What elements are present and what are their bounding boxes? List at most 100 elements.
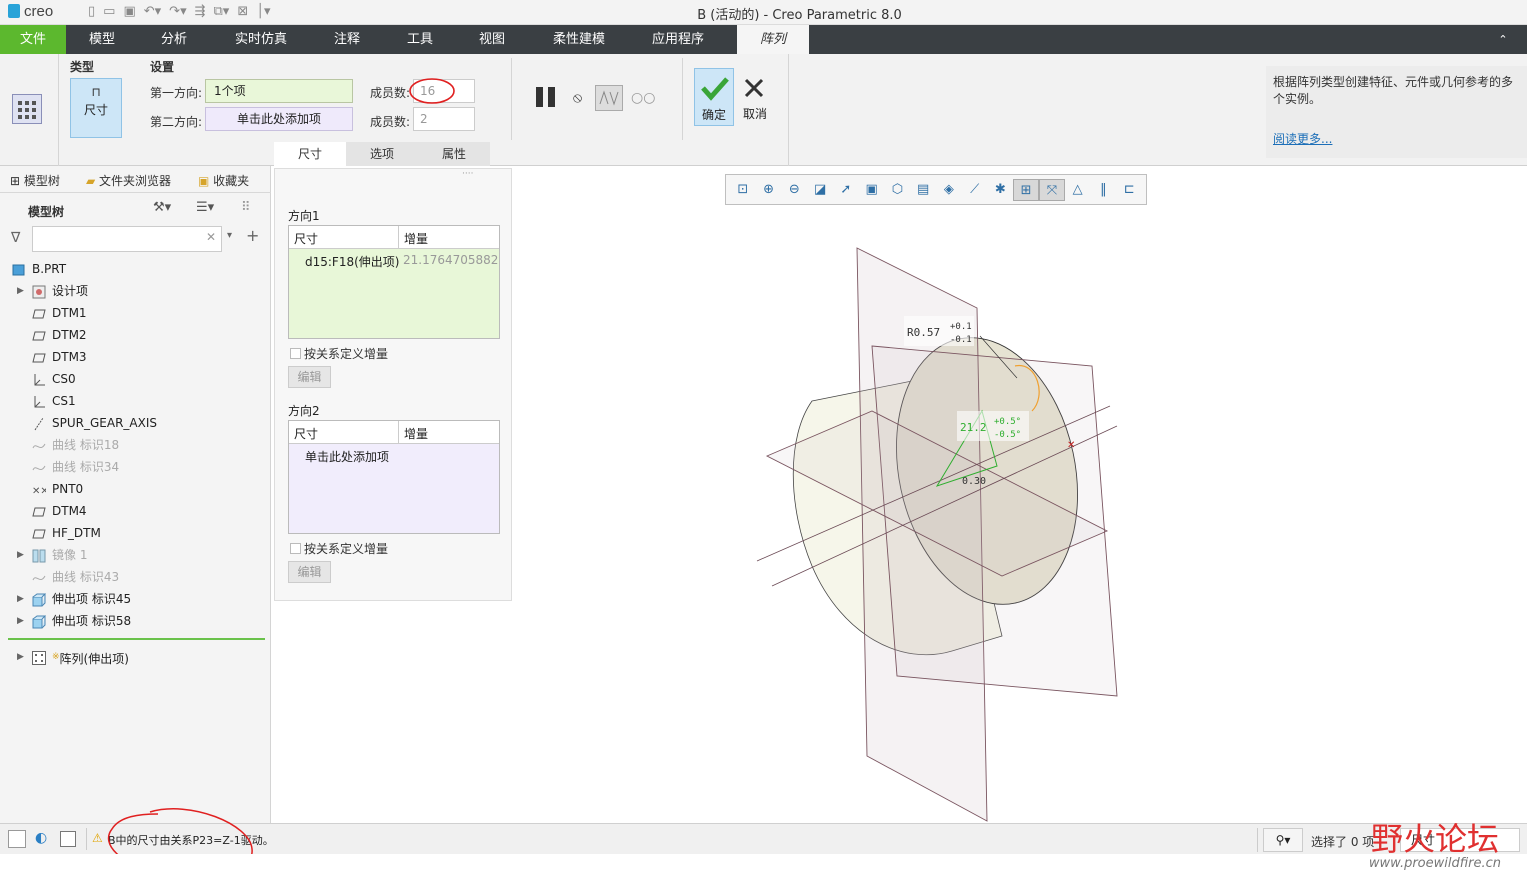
search-dropdown-icon[interactable]: ▾: [227, 230, 232, 241]
add-filter-icon[interactable]: +: [246, 226, 259, 245]
glasses-preview-icon[interactable]: ○○: [631, 90, 655, 106]
zoom-in-icon[interactable]: ⊕: [756, 179, 782, 201]
menu-annotate[interactable]: 注释: [318, 25, 376, 54]
menu-analysis[interactable]: 分析: [144, 25, 204, 54]
no-preview-icon[interactable]: ⦸: [573, 90, 582, 106]
dir1-edit-button[interactable]: 编辑: [288, 366, 331, 388]
tab-dimensions[interactable]: 尺寸: [274, 142, 346, 166]
section-icon[interactable]: ◈: [936, 179, 962, 201]
tree-row[interactable]: ▶ 伸出项 标识58: [0, 610, 271, 632]
menu-file[interactable]: 文件: [0, 25, 66, 54]
verify-icon[interactable]: [595, 85, 623, 111]
tree-row[interactable]: HF_DTM: [0, 522, 271, 544]
dir1-row-increment[interactable]: 21.1764705882: [403, 253, 499, 267]
menu-applications[interactable]: 应用程序: [638, 25, 718, 54]
tree-row[interactable]: SPUR_GEAR_AXIS: [0, 412, 271, 434]
menu-model[interactable]: 模型: [72, 25, 132, 54]
pause-animation-icon[interactable]: ‖: [1091, 179, 1117, 201]
expand-arrow-icon[interactable]: ▶: [17, 544, 24, 566]
tree-row[interactable]: DTM3: [0, 346, 271, 368]
view-manager-icon[interactable]: ▤: [910, 179, 936, 201]
clear-search-icon[interactable]: ✕: [206, 230, 216, 244]
tab-favorites[interactable]: ▣ 收藏夹: [198, 172, 249, 189]
settings-group-label: 设置: [150, 60, 175, 74]
tree-row[interactable]: ✕✕ PNT0: [0, 478, 271, 500]
tree-filter-options-icon[interactable]: ⠿: [241, 200, 251, 215]
perspective-icon[interactable]: ➚: [833, 179, 859, 201]
tree-row[interactable]: ▶ 镜像 1: [0, 544, 271, 566]
dimension-type-button[interactable]: ⊓ 尺寸: [70, 78, 122, 138]
direction2-title: 方向2: [288, 404, 320, 418]
dir2-relation-checkbox[interactable]: 按关系定义增量: [290, 540, 388, 557]
dir1-row-dimension[interactable]: d15:F18(伸出项): [305, 253, 399, 270]
tree-row[interactable]: CS0: [0, 368, 271, 390]
browser-icon[interactable]: ◐: [35, 830, 47, 846]
menu-flexible-modeling[interactable]: 柔性建模: [540, 25, 618, 54]
pause-icon[interactable]: [534, 86, 558, 111]
filter-icon[interactable]: ∇: [11, 230, 20, 246]
members2-input[interactable]: 2: [413, 107, 475, 131]
expand-arrow-icon[interactable]: ▶: [17, 610, 24, 632]
dir1-collector[interactable]: 1个项: [205, 79, 353, 103]
menu-pattern[interactable]: 阵列: [737, 25, 809, 54]
dir2-edit-button[interactable]: 编辑: [288, 561, 331, 583]
tab-properties[interactable]: 属性: [418, 142, 490, 166]
ok-button[interactable]: 确定: [694, 68, 734, 126]
saved-orientations-icon[interactable]: ⬡: [885, 179, 911, 201]
tree-row[interactable]: 曲线 标识43: [0, 566, 271, 588]
cancel-button[interactable]: 取消: [740, 68, 770, 126]
tree-row[interactable]: DTM1: [0, 302, 271, 324]
red-annotation-circle: [409, 78, 455, 104]
tree-row-pattern[interactable]: ▶ ※阵列(伸出项): [0, 646, 271, 668]
tree-row[interactable]: DTM4: [0, 500, 271, 522]
model-tree-header: 模型树: [28, 205, 65, 219]
collapse-ribbon-icon[interactable]: ⌃: [1493, 25, 1513, 54]
find-icon[interactable]: ⚲▾: [1263, 828, 1303, 852]
tree-row[interactable]: ▶ 设计项: [0, 280, 271, 302]
read-more-link[interactable]: 阅读更多...: [1273, 130, 1332, 147]
dir1-relation-checkbox[interactable]: 按关系定义增量: [290, 345, 388, 362]
menu-tools[interactable]: 工具: [392, 25, 448, 54]
repaint-icon[interactable]: ◪: [807, 179, 833, 201]
tree-settings-icon[interactable]: ⚒▾: [153, 200, 171, 215]
expand-arrow-icon[interactable]: ▶: [17, 588, 24, 610]
display-style-icon[interactable]: ▣: [859, 179, 885, 201]
menu-live-simulation[interactable]: 实时仿真: [225, 25, 297, 54]
tree-search-input[interactable]: [32, 226, 222, 252]
selection-icon[interactable]: ⤧: [1039, 179, 1065, 201]
tree-row[interactable]: DTM2: [0, 324, 271, 346]
tree-row-label: SPUR_GEAR_AXIS: [52, 416, 157, 430]
radius-tol-minus: -0.1: [950, 335, 972, 345]
datum-display-icon[interactable]: ⟋: [962, 179, 988, 201]
dir2-collector[interactable]: 单击此处添加项: [205, 107, 353, 131]
type-group-label: 类型: [70, 60, 95, 74]
hide-icon[interactable]: ⊏: [1116, 179, 1142, 201]
checkbox-box[interactable]: [290, 543, 301, 554]
menu-view[interactable]: 视图: [464, 25, 520, 54]
panel-grip[interactable]: ····: [462, 169, 473, 179]
tree-row[interactable]: B.PRT: [0, 258, 271, 280]
expand-arrow-icon[interactable]: ▶: [17, 646, 24, 668]
dir2-add-item[interactable]: 单击此处添加项: [305, 448, 389, 465]
tab-options[interactable]: 选项: [346, 142, 418, 166]
datum-plane-icon: [32, 328, 46, 342]
radius-tol-plus: +0.1: [950, 322, 972, 332]
tree-row[interactable]: 曲线 标识34: [0, 456, 271, 478]
toggle-navigator-icon[interactable]: [8, 830, 26, 848]
annotation-display-icon[interactable]: ✱: [988, 179, 1014, 201]
tab-model-tree[interactable]: ⊞ 模型树: [10, 172, 60, 189]
checkbox-box[interactable]: [290, 348, 301, 359]
tab-folder-browser[interactable]: ▰ 文件夹浏览器: [86, 172, 171, 189]
named-views-icon[interactable]: △: [1065, 179, 1091, 201]
model-viewport[interactable]: R0.57 +0.1 -0.1 21.2 +0.5° -0.5° 0.30 ✕: [512, 166, 1527, 823]
tree-columns-icon[interactable]: ☰▾: [196, 200, 214, 215]
tree-row[interactable]: 曲线 标识18: [0, 434, 271, 456]
fullscreen-icon[interactable]: [60, 831, 76, 847]
graphics-window[interactable]: R0.57 +0.1 -0.1 21.2 +0.5° -0.5° 0.30 ✕: [512, 166, 1527, 823]
expand-arrow-icon[interactable]: ▶: [17, 280, 24, 302]
tree-row[interactable]: CS1: [0, 390, 271, 412]
tree-row[interactable]: ▶ 伸出项 标识45: [0, 588, 271, 610]
zoom-out-icon[interactable]: ⊖: [782, 179, 808, 201]
refit-icon[interactable]: ⊡: [730, 179, 756, 201]
spin-center-icon[interactable]: ⊞: [1013, 179, 1040, 201]
